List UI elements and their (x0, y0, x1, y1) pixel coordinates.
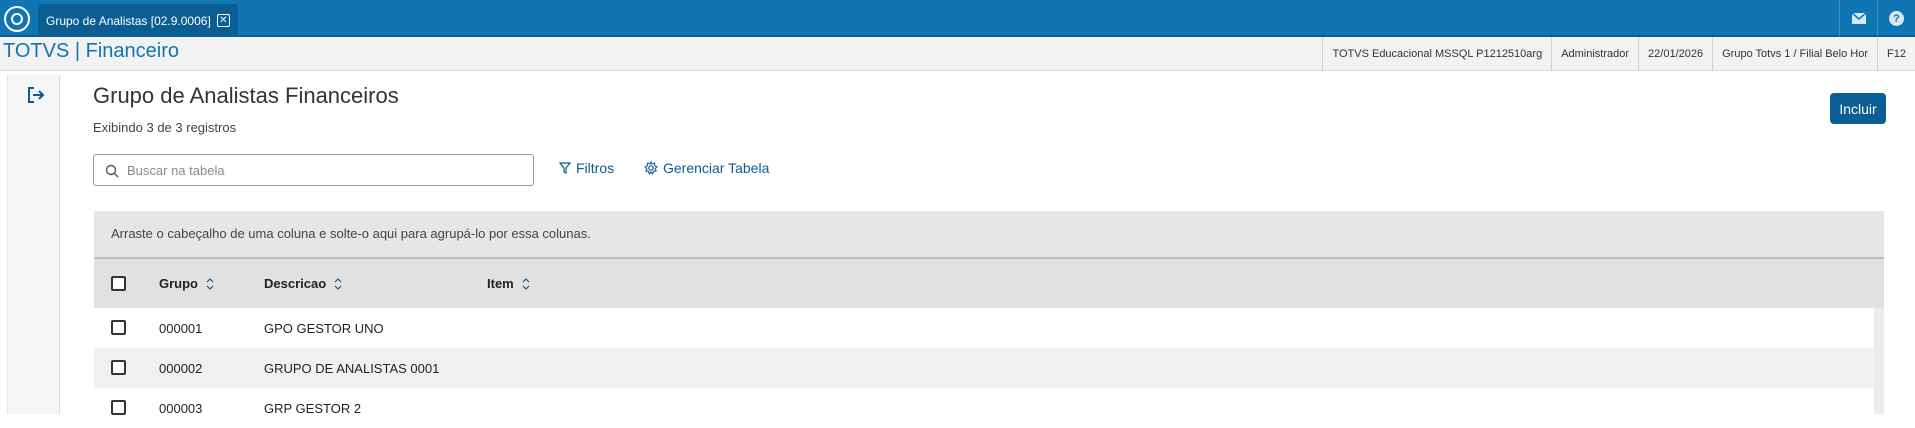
column-header-item[interactable]: Item (487, 276, 530, 291)
row-checkbox[interactable] (111, 400, 126, 415)
status-user[interactable]: Administrador (1551, 37, 1638, 71)
sort-icon[interactable] (334, 277, 342, 291)
module-bar: TOTVS | Financeiro TOTVS Educacional MSS… (0, 37, 1915, 71)
sort-icon[interactable] (206, 277, 214, 291)
tab-label: Grupo de Analistas [02.9.0006] (46, 13, 211, 28)
status-shortcut[interactable]: F12 (1877, 37, 1915, 71)
table-header: Grupo Descricao Item (94, 259, 1884, 308)
search-input[interactable] (127, 159, 527, 181)
tab-grupo-analistas[interactable]: Grupo de Analistas [02.9.0006] ✕ (38, 4, 238, 37)
search-icon (105, 164, 119, 178)
search-box[interactable] (93, 154, 534, 186)
manage-table-label: Gerenciar Tabela (663, 160, 770, 176)
select-all-checkbox[interactable] (111, 276, 126, 291)
table-row[interactable]: 000003 GRP GESTOR 2 (94, 388, 1874, 428)
table-row[interactable]: 000002 GRUPO DE ANALISTAS 0001 (94, 348, 1874, 388)
sort-icon[interactable] (522, 277, 530, 291)
column-label: Item (487, 276, 514, 291)
add-button[interactable]: Incluir (1830, 93, 1886, 124)
help-button[interactable]: ? (1877, 0, 1915, 37)
page-title: Grupo de Analistas Financeiros (93, 83, 399, 108)
column-header-descricao[interactable]: Descricao (264, 276, 342, 291)
record-count: Exibindo 3 de 3 registros (93, 120, 237, 135)
side-panel (7, 75, 60, 414)
gear-icon (644, 161, 658, 175)
manage-table-button[interactable]: Gerenciar Tabela (644, 160, 769, 176)
close-icon[interactable]: ✕ (216, 14, 230, 27)
column-label: Grupo (159, 276, 198, 291)
module-title: TOTVS | Financeiro (3, 40, 179, 62)
column-header-grupo[interactable]: Grupo (159, 276, 214, 291)
filters-label: Filtros (576, 160, 615, 176)
group-drop-zone[interactable]: Arraste o cabeçalho de uma coluna e solt… (94, 211, 1884, 259)
app-logo-icon[interactable] (4, 6, 30, 32)
row-checkbox[interactable] (111, 320, 126, 335)
table-row[interactable]: 000001 GPO GESTOR UNO (94, 308, 1874, 348)
mail-button[interactable] (1839, 0, 1877, 37)
filters-button[interactable]: Filtros (559, 160, 614, 176)
cell-descricao: GPO GESTOR UNO (264, 321, 384, 336)
group-hint: Arraste o cabeçalho de uma coluna e solt… (111, 226, 591, 241)
filter-icon (559, 162, 571, 174)
mail-icon (1851, 13, 1866, 24)
cell-descricao: GRUPO DE ANALISTAS 0001 (264, 361, 440, 376)
row-checkbox[interactable] (111, 360, 126, 375)
table-scrollbar[interactable] (1874, 308, 1884, 414)
cell-grupo: 000002 (159, 361, 203, 376)
column-label: Descricao (264, 276, 327, 291)
status-branch[interactable]: Grupo Totvs 1 / Filial Belo Hor (1712, 37, 1877, 71)
status-environment[interactable]: TOTVS Educacional MSSQL P1212510arg (1322, 37, 1551, 71)
help-icon: ? (1889, 11, 1904, 26)
exit-icon[interactable] (26, 85, 46, 105)
status-date[interactable]: 22/01/2026 (1638, 37, 1712, 71)
cell-grupo: 000001 (159, 321, 203, 336)
top-bar: Grupo de Analistas [02.9.0006] ✕ ? (0, 0, 1915, 37)
